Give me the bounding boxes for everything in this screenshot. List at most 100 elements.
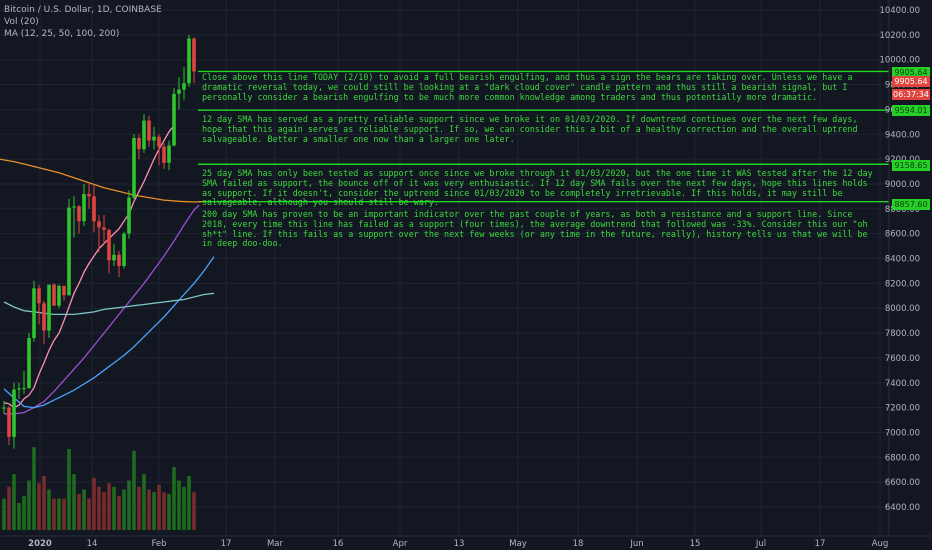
volume-bar <box>162 492 166 530</box>
price-tick-label: 9000.00 <box>885 180 920 190</box>
candle-body <box>62 285 66 296</box>
volume-bar <box>92 477 96 530</box>
volume-bar <box>112 486 116 530</box>
annotation-200-day-sma[interactable]: 200 day SMA has proven to be an importan… <box>202 209 882 249</box>
candle-body <box>142 120 146 150</box>
price-tick-label: 8200.00 <box>885 279 920 289</box>
candle-body <box>127 197 131 234</box>
candle-body <box>42 303 46 331</box>
time-tick-label: 15 <box>690 539 701 549</box>
candle-body <box>107 229 111 261</box>
candle-body <box>22 387 26 389</box>
price-tick-label: 7200.00 <box>885 404 920 414</box>
volume-bar <box>12 474 16 530</box>
price-tick-label: 7600.00 <box>885 354 920 364</box>
volume-bar <box>42 476 46 530</box>
time-axis[interactable]: 2020 14 Feb 17 Mar 16 Apr 13 May 18 Jun 15 Jul 17 Aug <box>28 539 888 549</box>
volume-bar <box>172 467 176 530</box>
annotation-bearish-engulfing[interactable]: Close above this line TODAY (2/10) to av… <box>202 72 882 102</box>
volume-bar <box>62 498 66 530</box>
candle-body <box>67 207 71 296</box>
price-tag: 06:37:34 <box>892 89 930 100</box>
time-tick-label: 13 <box>454 539 465 549</box>
price-tick-label: 7000.00 <box>885 428 920 438</box>
volume-bar <box>177 480 181 530</box>
chart-root: 6400.00 6600.00 6800.00 7000.00 7200.00 7400.… <box>0 0 932 550</box>
candle-body <box>82 193 86 222</box>
annotation-12-day-sma[interactable]: 12 day SMA has served as a pretty reliab… <box>202 114 882 144</box>
volume-bar <box>147 489 151 530</box>
volume-bar <box>7 486 11 530</box>
volume-bar <box>52 498 56 530</box>
time-tick-label: 16 <box>333 539 344 549</box>
volume-bar <box>107 483 111 530</box>
volume-bar <box>192 492 196 530</box>
price-tag: 9594.01 <box>892 105 930 116</box>
candle-body <box>47 284 51 331</box>
time-tick-label: Feb <box>151 539 166 549</box>
time-tick-label: Jul <box>755 539 766 549</box>
candle-body <box>97 221 101 228</box>
price-tick-label: 6800.00 <box>885 453 920 463</box>
volume-bar <box>67 449 71 530</box>
time-tick-label: May <box>509 539 527 549</box>
candle-body <box>72 206 76 208</box>
volume-bar <box>122 489 126 530</box>
price-tick-label: 10000.00 <box>879 56 920 66</box>
time-tick-label: 17 <box>221 539 232 549</box>
symbol-label[interactable]: Bitcoin / U.S. Dollar, 1D, COINBASE <box>4 4 162 16</box>
annotation-25-day-sma[interactable]: 25 day SMA has only been tested as suppo… <box>202 168 882 208</box>
candle-body <box>27 338 31 388</box>
time-tick-label: Aug <box>872 539 889 549</box>
volume-bar <box>32 447 36 530</box>
volume-bar <box>37 483 41 530</box>
candle-body <box>12 389 16 437</box>
volume-indicator-label[interactable]: Vol (20) <box>4 16 162 28</box>
time-tick-label: Mar <box>267 539 284 549</box>
volume-bar <box>27 480 31 530</box>
price-tag: 9158.65 <box>892 160 930 171</box>
volume-bar <box>152 492 156 530</box>
candle-body <box>187 38 191 84</box>
time-tick-label: 2020 <box>28 539 52 549</box>
candle-body <box>167 145 171 163</box>
volume-bar <box>117 495 121 530</box>
candle-body <box>77 206 81 222</box>
volume-bar <box>97 486 101 530</box>
time-tick-label: 17 <box>815 539 826 549</box>
candle-body <box>102 227 106 230</box>
ma-line-ma200 <box>0 158 205 203</box>
price-tick-label: 6600.00 <box>885 478 920 488</box>
candle-body <box>52 284 56 306</box>
candle-body <box>37 288 41 304</box>
candle-body <box>152 136 156 141</box>
volume-bar <box>157 485 161 530</box>
candle-body <box>92 196 96 222</box>
candle-body <box>157 136 161 147</box>
volume-bar <box>102 492 106 530</box>
ma-indicator-label[interactable]: MA (12, 25, 50, 100, 200) <box>4 28 162 40</box>
volume-bar <box>22 495 26 530</box>
candle-body <box>32 288 36 339</box>
volume-bar <box>137 486 141 530</box>
candle-body <box>87 193 91 197</box>
volume-bar <box>72 474 76 530</box>
price-tick-label: 8600.00 <box>885 230 920 240</box>
chart-legend: Bitcoin / U.S. Dollar, 1D, COINBASE Vol … <box>4 4 162 40</box>
volume-bar <box>87 498 91 530</box>
volume-bar <box>77 494 81 530</box>
price-tick-label: 7400.00 <box>885 379 920 389</box>
candle-body <box>182 83 186 90</box>
price-tag: 9905.64 <box>892 76 930 87</box>
price-tick-label: 8000.00 <box>885 304 920 314</box>
price-tick-label: 7800.00 <box>885 329 920 339</box>
candle-body <box>7 407 11 437</box>
volume-bar <box>142 474 146 530</box>
candle-body <box>2 407 6 409</box>
volume-bar <box>187 476 191 530</box>
price-tag: 8857.60 <box>892 199 930 210</box>
price-tick-label: 8400.00 <box>885 255 920 265</box>
price-tick-label: 6400.00 <box>885 503 920 513</box>
volume-bar <box>82 489 86 530</box>
candle-body <box>112 254 116 261</box>
